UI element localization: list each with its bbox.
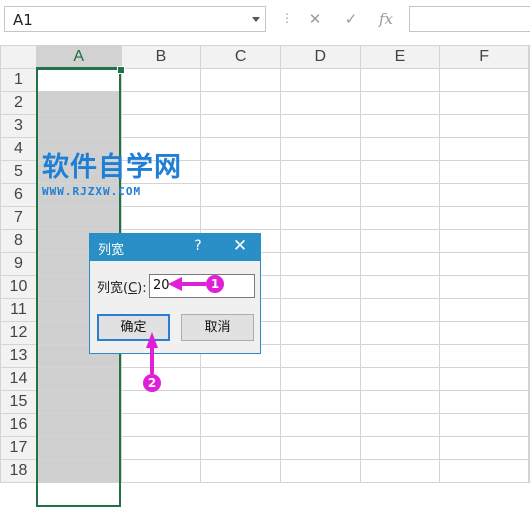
- annotation-arrows: [146, 277, 206, 374]
- arrow-2: [146, 332, 158, 374]
- marker-2: 2: [143, 374, 161, 392]
- marker-1: 1: [206, 275, 224, 293]
- arrow-1: [168, 277, 206, 291]
